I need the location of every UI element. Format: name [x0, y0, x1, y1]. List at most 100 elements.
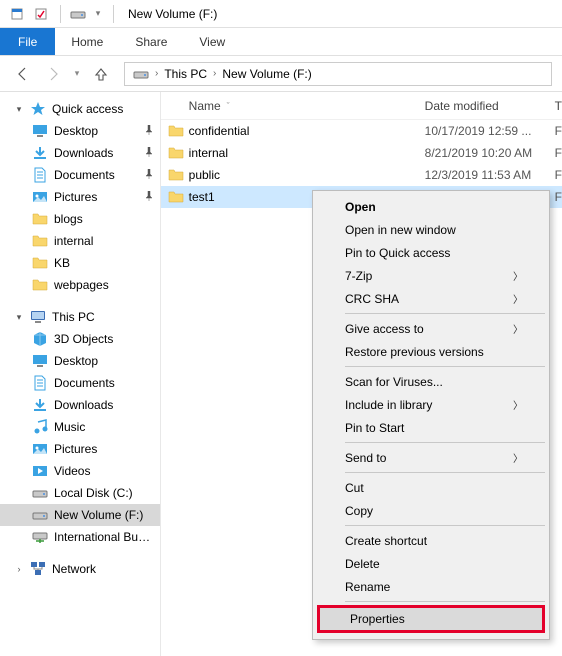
context-menu-item[interactable]: Scan for Viruses... — [315, 370, 547, 393]
qat-menu-button[interactable] — [6, 3, 28, 25]
sidebar-qa-item[interactable]: Documents — [0, 164, 160, 186]
menu-item-label: CRC SHA — [345, 292, 399, 306]
folder-icon — [32, 277, 48, 293]
expand-icon[interactable]: › — [14, 564, 24, 574]
column-header-type[interactable]: T — [555, 99, 562, 113]
breadcrumb-label: This PC — [164, 67, 207, 81]
nav-forward-button[interactable] — [40, 61, 66, 87]
sidebar-pc-item[interactable]: Music — [0, 416, 160, 438]
sidebar-pc-item[interactable]: Videos — [0, 460, 160, 482]
sidebar-qa-item[interactable]: Downloads — [0, 142, 160, 164]
file-row[interactable]: public12/3/2019 11:53 AMF — [161, 164, 562, 186]
nav-up-button[interactable] — [88, 61, 114, 87]
column-header-name[interactable]: Nameˇ — [189, 99, 419, 113]
context-menu-item[interactable]: Restore previous versions — [315, 340, 547, 363]
tree-label: International Busine — [54, 530, 154, 544]
videos-icon — [32, 463, 48, 479]
chevron-right-icon: › — [155, 68, 158, 79]
file-name: public — [189, 168, 419, 182]
nav-history-button[interactable]: ▾ — [70, 61, 84, 87]
file-date: 8/21/2019 10:20 AM — [419, 146, 549, 160]
expand-icon[interactable]: ▾ — [14, 312, 24, 323]
netdrive-icon — [32, 529, 48, 545]
tree-label: Local Disk (C:) — [54, 486, 154, 500]
breadcrumb-segment-thispc[interactable]: This PC — [160, 67, 211, 81]
submenu-arrow-icon: 〉 — [513, 321, 523, 336]
menu-item-label: Cut — [345, 481, 364, 495]
file-name: confidential — [189, 124, 419, 138]
pin-icon — [144, 146, 154, 160]
context-menu-item[interactable]: Pin to Quick access — [315, 241, 547, 264]
submenu-arrow-icon: 〉 — [513, 268, 523, 283]
tree-label: Quick access — [52, 102, 154, 116]
menu-item-label: Include in library — [345, 398, 432, 412]
file-row[interactable]: internal8/21/2019 10:20 AMF — [161, 142, 562, 164]
sidebar-pc-item[interactable]: Local Disk (C:) — [0, 482, 160, 504]
sidebar-qa-item[interactable]: webpages — [0, 274, 160, 296]
menu-separator — [345, 601, 545, 602]
menu-separator — [345, 525, 545, 526]
pictures-icon — [32, 189, 48, 205]
context-menu-item[interactable]: Copy — [315, 499, 547, 522]
context-menu-item[interactable]: Open in new window — [315, 218, 547, 241]
sidebar-pc-item[interactable]: New Volume (F:) — [0, 504, 160, 526]
context-menu-item[interactable]: Send to〉 — [315, 446, 547, 469]
context-menu-item[interactable]: Include in library 〉 — [315, 393, 547, 416]
network-icon — [30, 561, 46, 577]
tree-label: Music — [54, 420, 154, 434]
tree-this-pc[interactable]: ▾ This PC — [0, 306, 160, 328]
ribbon-tab-view[interactable]: View — [183, 28, 241, 55]
titlebar: ▾ New Volume (F:) — [0, 0, 562, 28]
column-header-date[interactable]: Date modified — [425, 99, 549, 113]
pc-icon — [30, 309, 46, 325]
context-menu-item[interactable]: Properties — [317, 605, 545, 633]
breadcrumb-root-icon[interactable] — [129, 66, 153, 82]
context-menu-item[interactable]: Give access to〉 — [315, 317, 547, 340]
menu-separator — [345, 313, 545, 314]
breadcrumb-segment-volume[interactable]: New Volume (F:) — [218, 67, 315, 81]
file-row[interactable]: confidential10/17/2019 12:59 ...F — [161, 120, 562, 142]
tree-network[interactable]: › Network — [0, 558, 160, 580]
sidebar-qa-item[interactable]: Pictures — [0, 186, 160, 208]
menu-item-label: Properties — [350, 612, 405, 626]
sidebar-pc-item[interactable]: 3D Objects — [0, 328, 160, 350]
titlebar-chevron[interactable]: ▾ — [91, 3, 105, 25]
breadcrumb[interactable]: › This PC › New Volume (F:) — [124, 62, 552, 86]
context-menu-item[interactable]: CRC SHA〉 — [315, 287, 547, 310]
context-menu-item[interactable]: Pin to Start — [315, 416, 547, 439]
drive-icon — [32, 507, 48, 523]
context-menu-item[interactable]: Create shortcut — [315, 529, 547, 552]
context-menu-item[interactable]: Rename — [315, 575, 547, 598]
folder-icon — [167, 144, 185, 162]
menu-item-label: Open — [345, 200, 376, 214]
menu-separator — [345, 442, 545, 443]
context-menu-item[interactable]: 7-Zip〉 — [315, 264, 547, 287]
sidebar-pc-item[interactable]: Downloads — [0, 394, 160, 416]
sidebar-qa-item[interactable]: Desktop — [0, 120, 160, 142]
folder-icon — [167, 188, 185, 206]
sidebar-pc-item[interactable]: Documents — [0, 372, 160, 394]
menu-item-label: Create shortcut — [345, 534, 427, 548]
sidebar-qa-item[interactable]: internal — [0, 230, 160, 252]
3d-icon — [32, 331, 48, 347]
sidebar-qa-item[interactable]: KB — [0, 252, 160, 274]
drive-icon — [32, 485, 48, 501]
sidebar-qa-item[interactable]: blogs — [0, 208, 160, 230]
sidebar-pc-item[interactable]: International Busine — [0, 526, 160, 548]
ribbon-tab-file[interactable]: File — [0, 28, 55, 55]
nav-back-button[interactable] — [10, 61, 36, 87]
titlebar-separator — [113, 5, 114, 23]
context-menu-item[interactable]: Delete — [315, 552, 547, 575]
context-menu-item[interactable]: Open — [315, 195, 547, 218]
submenu-arrow-icon: 〉 — [513, 397, 523, 412]
sidebar-pc-item[interactable]: Desktop — [0, 350, 160, 372]
sidebar-pc-item[interactable]: Pictures — [0, 438, 160, 460]
menu-item-label: Delete — [345, 557, 380, 571]
expand-icon[interactable]: ▾ — [14, 104, 24, 115]
qat-properties-button[interactable] — [30, 3, 52, 25]
ribbon-tab-share[interactable]: Share — [119, 28, 183, 55]
context-menu-item[interactable]: Cut — [315, 476, 547, 499]
tree-quick-access[interactable]: ▾ Quick access — [0, 98, 160, 120]
ribbon-tab-home[interactable]: Home — [55, 28, 119, 55]
column-label: Date modified — [425, 99, 499, 113]
